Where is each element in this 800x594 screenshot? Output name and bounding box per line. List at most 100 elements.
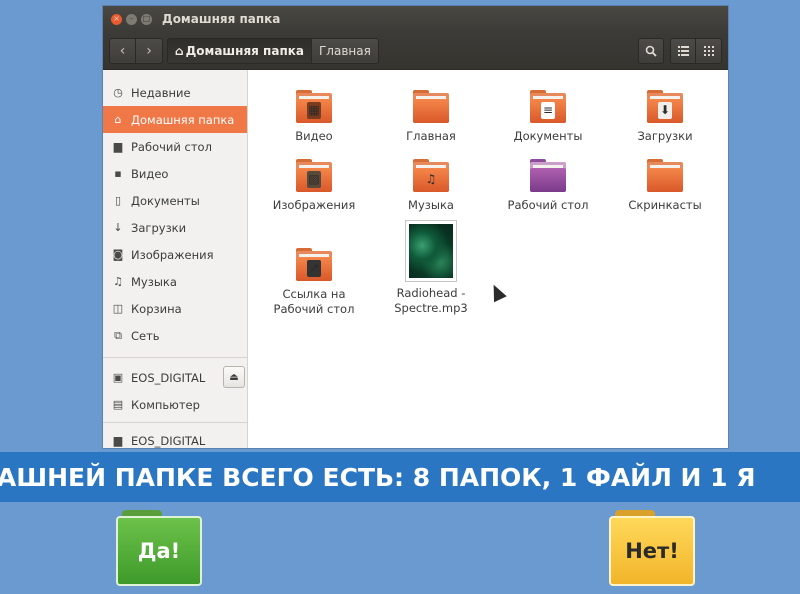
folder-icon (413, 90, 449, 123)
download-icon: ↓ (113, 221, 123, 234)
file-item-desktop[interactable]: Рабочий стол (493, 159, 603, 213)
file-label: Рабочий стол (507, 198, 589, 212)
sidebar-item-label: Домашняя папка (131, 112, 235, 127)
chevron-left-icon: ‹ (119, 42, 126, 59)
folder-icon (647, 159, 683, 192)
sidebar-item-network[interactable]: ⧉ Сеть (103, 322, 247, 349)
file-item-downloads[interactable]: ⬇ Загрузки (610, 90, 720, 144)
trash-icon: ◫ (112, 302, 124, 315)
yes-answer-button[interactable]: Да! (116, 510, 202, 586)
search-button[interactable] (638, 37, 664, 64)
breadcrumb-main-label: Главная (318, 43, 371, 58)
folder-icon: ▆ (113, 140, 123, 153)
file-grid: ▦ Видео Главная ≡ Документы ⬇ Загрузки ▨… (248, 70, 728, 448)
sidebar-item-recent[interactable]: ◷ Недавние (103, 79, 247, 106)
sidebar-item-downloads[interactable]: ↓ Загрузки (103, 214, 247, 241)
sidebar-item-video[interactable]: ▪ Видео (103, 160, 247, 187)
file-label: Главная (406, 129, 456, 143)
sidebar-item-desktop[interactable]: ▆ Рабочий стол (103, 133, 247, 160)
sidebar-item-documents[interactable]: ▯ Документы (103, 187, 247, 214)
close-window-button[interactable]: × (111, 13, 122, 25)
folder-icon: ▨ (296, 159, 332, 192)
file-item-music[interactable]: ♫ Музыка (376, 159, 486, 213)
sidebar-item-computer[interactable]: ▤ Компьютер (103, 391, 247, 418)
document-icon: ▯ (114, 194, 122, 207)
document-emblem-icon: ≡ (541, 102, 555, 119)
chevron-right-icon: › (146, 42, 152, 59)
grid-view-button[interactable] (696, 37, 722, 64)
sidebar-item-eos-digital-2[interactable]: ▆ EOS_DIGITAL (103, 427, 247, 448)
download-emblem-icon: ⬇ (658, 102, 672, 119)
file-label: Музыка (408, 198, 454, 212)
yes-answer-label: Да! (116, 516, 202, 586)
file-item-documents[interactable]: ≡ Документы (493, 90, 603, 144)
folder-icon: ⬇ (647, 90, 683, 123)
sidebar-divider (103, 357, 247, 358)
sidebar-item-label: Рабочий стол (131, 139, 212, 154)
sidebar-divider (103, 422, 247, 423)
back-button[interactable]: ‹ (109, 37, 136, 64)
desktop-folder-icon (530, 159, 566, 192)
sidebar-item-trash[interactable]: ◫ Корзина (103, 295, 247, 322)
music-emblem-icon: ♫ (425, 172, 437, 186)
sidebar: ◷ Недавние ⌂ Домашняя папка ▆ Рабочий стол … (103, 70, 248, 448)
camera-icon: ◙ (112, 248, 124, 261)
toolbar-right (638, 37, 722, 64)
file-label: Документы (513, 129, 583, 143)
eject-icon: ⏏ (229, 371, 239, 383)
folder-link-icon: ↗ (296, 248, 332, 281)
minimize-window-button[interactable]: – (126, 13, 137, 25)
forward-button[interactable]: › (136, 37, 163, 64)
sidebar-item-label: Корзина (131, 301, 182, 316)
link-arrow-icon: ↗ (307, 260, 321, 277)
file-item-images[interactable]: ▨ Изображения (259, 159, 369, 213)
network-icon: ⧉ (114, 328, 122, 342)
sidebar-item-home[interactable]: ⌂ Домашняя папка (103, 106, 247, 133)
file-item-screencasts[interactable]: Скринкасты (610, 159, 720, 213)
sidebar-item-label: Документы (131, 193, 200, 208)
folder-icon: ▦ (296, 90, 332, 123)
maximize-window-button[interactable]: □ (141, 13, 152, 25)
file-item-main[interactable]: Главная (376, 90, 486, 144)
sidebar-item-label: Музыка (131, 274, 177, 289)
eject-button[interactable]: ⏏ (223, 366, 245, 388)
breadcrumb-home[interactable]: ⌂ Домашняя папка (167, 37, 312, 64)
file-label: Видео (295, 129, 333, 143)
breadcrumb-main[interactable]: Главная (311, 37, 379, 64)
music-icon: ♫ (113, 275, 123, 288)
file-label: Radiohead - Spectre.mp3 (394, 286, 468, 315)
computer-icon: ▤ (112, 398, 124, 411)
question-text: МАШНЕЙ ПАПКЕ ВСЕГО ЕСТЬ: 8 ПАПОК, 1 ФАЙЛ… (0, 462, 756, 492)
sidebar-item-eos-digital[interactable]: ▣ EOS_DIGITAL ⏏ (103, 364, 247, 391)
sidebar-item-label: EOS_DIGITAL (131, 433, 206, 448)
sidebar-item-label: EOS_DIGITAL (131, 370, 206, 385)
folder-icon: ≡ (530, 90, 566, 123)
no-answer-label: Нет! (609, 516, 695, 586)
list-view-button[interactable] (670, 37, 696, 64)
sidebar-item-music[interactable]: ♫ Музыка (103, 268, 247, 295)
sidebar-item-label: Изображения (131, 247, 214, 262)
sidebar-item-label: Видео (131, 166, 169, 181)
sidebar-item-label: Недавние (131, 85, 191, 100)
sidebar-item-label: Сеть (131, 328, 160, 343)
window-title: Домашняя папка (162, 12, 281, 26)
list-view-icon (677, 45, 689, 56)
file-label: Изображения (272, 198, 356, 212)
image-emblem-icon: ▨ (307, 171, 321, 188)
breadcrumb: ⌂ Домашняя папка Главная (167, 37, 379, 64)
file-item-mp3[interactable]: Radiohead - Spectre.mp3 (376, 220, 486, 316)
folder-icon: ♫ (413, 159, 449, 192)
sidebar-item-images[interactable]: ◙ Изображения (103, 241, 247, 268)
video-emblem-icon: ▦ (307, 102, 321, 119)
file-label: Загрузки (637, 129, 693, 143)
file-item-video[interactable]: ▦ Видео (259, 90, 369, 144)
sidebar-item-label: Загрузки (131, 220, 187, 235)
no-answer-button[interactable]: Нет! (609, 510, 695, 586)
titlebar: × – □ Домашняя папка (103, 6, 728, 32)
file-manager-window: × – □ Домашняя папка ‹ › ⌂ Домашняя папк… (103, 6, 728, 448)
grid-view-icon (703, 45, 714, 56)
sidebar-item-label: Компьютер (131, 397, 200, 412)
home-icon: ⌂ (114, 113, 122, 126)
breadcrumb-home-label: Домашняя папка (185, 43, 304, 58)
file-item-desktop-link[interactable]: ↗ Ссылка на Рабочий стол (259, 248, 369, 317)
